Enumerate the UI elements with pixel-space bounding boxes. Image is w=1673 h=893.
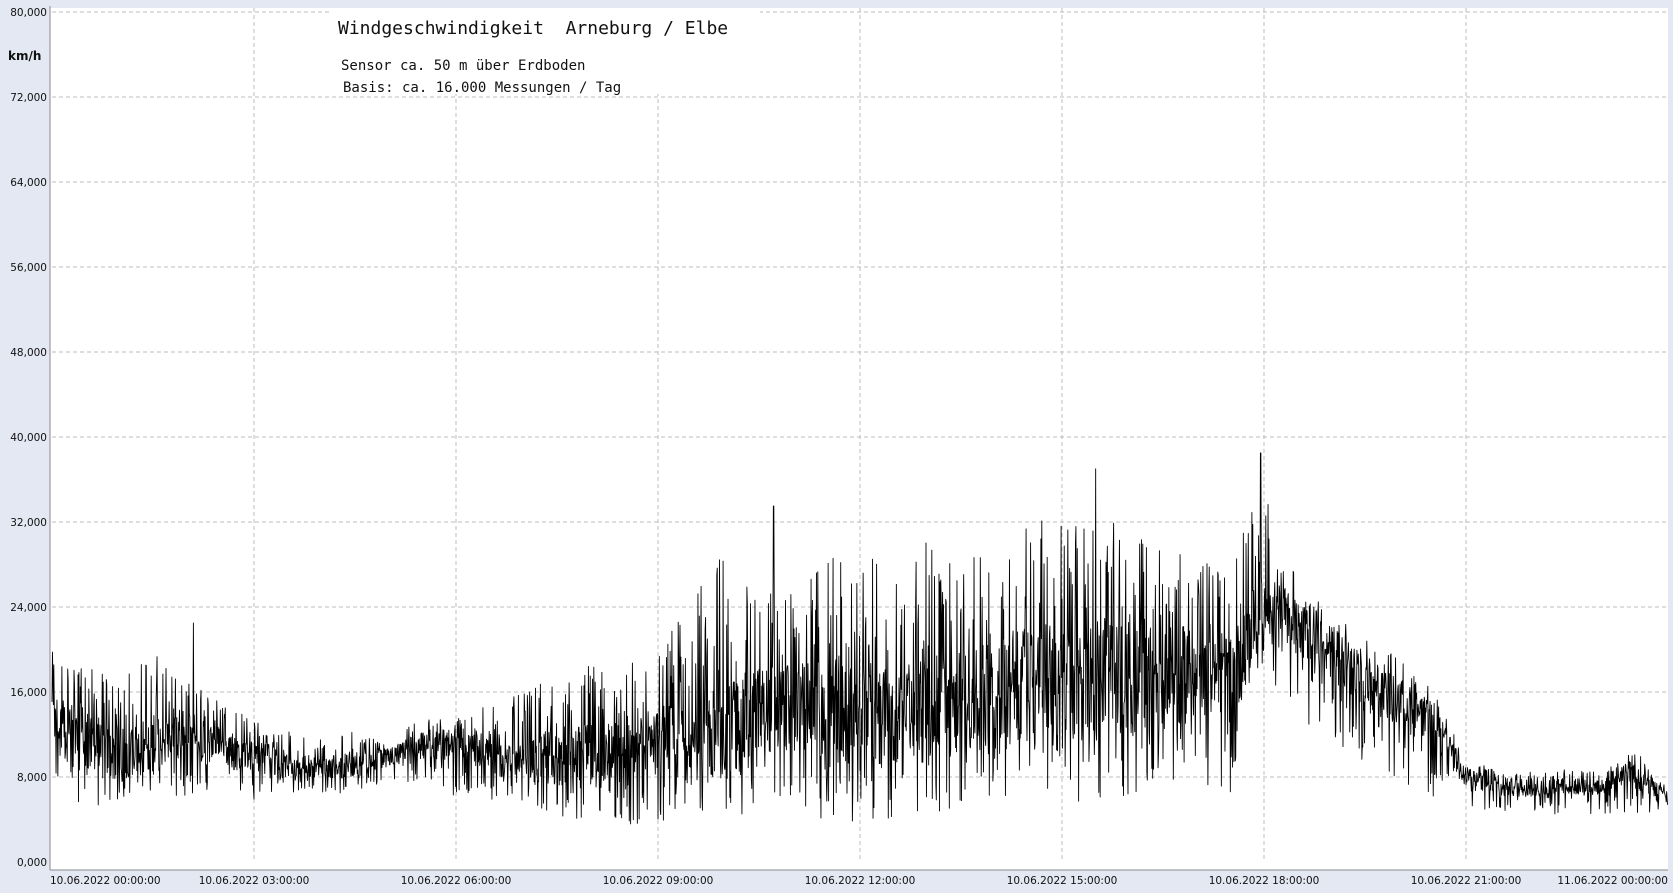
y-tick-label: 72,000 — [10, 92, 47, 104]
y-tick-label: 56,000 — [10, 262, 47, 274]
x-tick-label: 10.06.2022 03:00:00 — [199, 875, 310, 887]
wind-speed-chart: 0,000 8,000 16,000 24,000 32,000 40,000 48,000… — [8, 6, 1669, 887]
y-tick-label: 0,000 — [17, 857, 47, 869]
y-tick-label: 24,000 — [10, 602, 47, 614]
y-tick-label: 16,000 — [10, 687, 47, 699]
y-tick-label: 40,000 — [10, 432, 47, 444]
y-axis-unit-label: km/h — [8, 49, 41, 63]
x-tick-label: 10.06.2022 00:00:00 — [50, 875, 161, 887]
y-tick-label: 8,000 — [17, 772, 47, 784]
chart-container: 0,000 8,000 16,000 24,000 32,000 40,000 48,000… — [0, 0, 1673, 893]
x-tick-label: 10.06.2022 09:00:00 — [603, 875, 714, 887]
x-tick-label: 10.06.2022 21:00:00 — [1411, 875, 1522, 887]
x-tick-labels: 10.06.2022 00:00:00 10.06.2022 03:00:00 10… — [50, 875, 1668, 887]
x-tick-label: 11.06.2022 00:00:00 — [1557, 875, 1668, 887]
y-tick-labels: 0,000 8,000 16,000 24,000 32,000 40,000 48,000… — [10, 7, 47, 869]
y-tick-label: 64,000 — [10, 177, 47, 189]
y-tick-label: 32,000 — [10, 517, 47, 529]
chart-subtitle-basis: Basis: ca. 16.000 Messungen / Tag — [343, 80, 621, 96]
y-tick-label: 48,000 — [10, 347, 47, 359]
plot-background — [50, 8, 1668, 870]
x-tick-label: 10.06.2022 06:00:00 — [401, 875, 512, 887]
chart-subtitle-sensor: Sensor ca. 50 m über Erdboden — [341, 58, 585, 74]
chart-title: Windgeschwindigkeit Arneburg / Elbe — [338, 18, 728, 39]
y-tick-label: 80,000 — [10, 7, 47, 19]
x-tick-label: 10.06.2022 12:00:00 — [805, 875, 916, 887]
x-tick-label: 10.06.2022 18:00:00 — [1209, 875, 1320, 887]
x-tick-label: 10.06.2022 15:00:00 — [1007, 875, 1118, 887]
